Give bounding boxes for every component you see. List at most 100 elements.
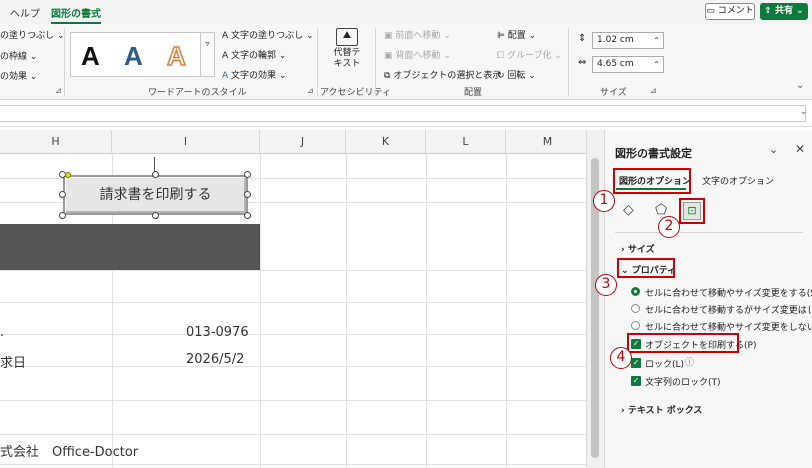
width-stepper-icon[interactable]: ⌃ [653, 57, 660, 72]
step-marker-2: 2 [658, 216, 680, 238]
ribbon-divider [375, 28, 376, 96]
arrange-group-label: 配置 [464, 88, 483, 98]
lock-checkbox[interactable]: ✓ [631, 358, 641, 368]
column-header-j[interactable]: J [260, 130, 346, 154]
width-value: 4.65 cm [597, 59, 634, 69]
grid-line [0, 270, 590, 271]
header-band-cell [0, 224, 260, 270]
radio-move-and-size-label: セルに合わせて移動やサイズ変更をする(S) [645, 289, 812, 299]
ribbon-tab-bar: ヘルプ 図形の書式 ▭ コメント ⇪ 共有 ⌄ [0, 0, 812, 24]
rotate-button[interactable]: ↻ 回転 ⌄ [497, 68, 536, 81]
send-backward-icon: ▣ [384, 51, 393, 61]
wordart-blue-style[interactable]: A [124, 41, 143, 72]
resize-handle[interactable] [152, 171, 159, 178]
tab-help[interactable]: ヘルプ [10, 5, 40, 20]
wordart-gallery[interactable]: A A A [70, 32, 215, 77]
grid-line [0, 464, 590, 465]
bring-forward-button[interactable]: ▣ 前面へ移動 ⌄ [384, 28, 451, 41]
radio-dont-move[interactable] [631, 321, 640, 330]
cell-request-date: 2026/5/2 [186, 352, 245, 367]
text-effects-button[interactable]: A 文字の効果 ⌄ [222, 68, 286, 81]
shape-styles-launcher-icon[interactable]: ⊿ [55, 86, 62, 95]
textbox-section-toggle[interactable]: › テキスト ボックス [621, 403, 702, 416]
text-fill-icon: A [222, 31, 229, 41]
send-backward-button[interactable]: ▣ 背面へ移動 ⌄ [384, 48, 451, 61]
lock-text-checkbox[interactable]: ✓ [631, 376, 641, 386]
wordart-black-style[interactable]: A [81, 41, 100, 72]
width-icon: ⇔ [578, 57, 587, 68]
height-input[interactable]: 1.02 cm ⌃ [592, 32, 664, 49]
resize-handle[interactable] [244, 171, 251, 178]
width-input[interactable]: 4.65 cm ⌃ [592, 56, 664, 73]
comment-label: コメント [717, 6, 754, 16]
column-header-l[interactable]: L [426, 130, 506, 154]
pane-title: 図形の書式設定 [615, 147, 692, 160]
cell-dot: . [0, 325, 5, 340]
height-stepper-icon[interactable]: ⌃ [653, 33, 660, 48]
column-header-i[interactable]: I [112, 130, 260, 154]
accessibility-group-label: アクセシビリティ [320, 88, 392, 98]
highlight-box [679, 198, 705, 224]
worksheet-grid[interactable]: H I J K L M . 013-0976 求日 2026/5/2 式会社 O… [0, 130, 590, 468]
text-outline-button[interactable]: A 文字の輪郭 ⌄ [222, 48, 286, 61]
group-button[interactable]: ⧠ グループ化 ⌄ [497, 48, 562, 61]
vertical-scrollbar[interactable] [586, 130, 604, 468]
info-icon[interactable]: ⓘ [685, 355, 694, 368]
selection-pane-icon: ⧉ [384, 71, 391, 81]
tab-shape-format[interactable]: 図形の書式 [51, 5, 101, 24]
resize-handle[interactable] [244, 191, 251, 198]
grid-line [0, 434, 590, 435]
align-button[interactable]: ⊫ 配置 ⌄ [497, 28, 536, 41]
height-value: 1.02 cm [597, 35, 634, 45]
text-outline-icon: A [222, 51, 229, 61]
text-fill-button[interactable]: A 文字の塗りつぶし ⌄ [222, 28, 314, 41]
print-invoice-shape-button[interactable]: 請求書を印刷する [63, 175, 248, 215]
shape-fill-button[interactable]: の塗りつぶし ⌄ [0, 28, 65, 41]
ribbon-collapse-icon[interactable]: ⌄ [796, 80, 804, 91]
selection-pane-button[interactable]: ⧉ オブジェクトの選択と表示 [384, 68, 501, 81]
step-marker-4: 4 [610, 347, 632, 369]
alt-text-label: 代替テキスト [333, 48, 361, 69]
formula-expand-icon[interactable]: ⌄ [800, 107, 808, 117]
share-button[interactable]: ⇪ 共有 ⌄ [760, 3, 808, 20]
adjustment-handle[interactable] [65, 172, 71, 178]
grid-line [0, 366, 590, 367]
tab-text-options[interactable]: 文字のオプション [702, 174, 774, 187]
shape-effects-button[interactable]: の効果 ⌄ [0, 69, 37, 82]
rotate-icon: ↻ [497, 71, 505, 81]
formula-input[interactable] [0, 105, 806, 122]
share-icon: ⇪ [764, 6, 772, 16]
format-shape-pane: 図形の書式設定 ⌄ ✕ 図形のオプション 文字のオプション ◇ ⬠ ⊡ › サイ… [593, 130, 812, 468]
shape-label: 請求書を印刷する [99, 187, 212, 203]
pane-collapse-icon[interactable]: ⌄ [769, 143, 778, 156]
comment-button[interactable]: ▭ コメント [705, 3, 755, 20]
wordart-launcher-icon[interactable]: ⊿ [307, 86, 314, 95]
radio-dont-move-label: セルに合わせて移動やサイズ変更をしない(D) [645, 323, 811, 333]
height-icon: ⇕ [578, 33, 587, 44]
lock-label: ロック(L) [645, 360, 685, 370]
close-icon[interactable]: ✕ [795, 142, 805, 156]
resize-handle[interactable] [152, 212, 159, 219]
radio-move-and-size[interactable] [631, 287, 640, 296]
ribbon-divider [64, 28, 65, 96]
resize-handle[interactable] [244, 212, 251, 219]
cell-company-name: 式会社 Office-Doctor [0, 445, 139, 460]
resize-handle[interactable] [59, 212, 66, 219]
size-section-toggle[interactable]: › サイズ [621, 242, 655, 255]
column-header-m[interactable]: M [506, 130, 590, 154]
fill-line-icon[interactable]: ◇ [623, 202, 634, 218]
column-header-h[interactable]: H [0, 130, 112, 154]
grid-line [0, 302, 590, 303]
wordart-orange-style[interactable]: A [166, 40, 186, 72]
wordart-gallery-more-button[interactable]: ▿ [200, 32, 215, 77]
size-launcher-icon[interactable]: ⊿ [650, 86, 657, 95]
cell-postal-code: 013-0976 [186, 325, 249, 340]
ribbon-divider [317, 28, 318, 96]
radio-move-only[interactable] [631, 304, 640, 313]
alt-text-button[interactable]: ⛰ 代替テキスト [330, 28, 364, 70]
column-header-k[interactable]: K [346, 130, 426, 154]
excel-window: ヘルプ 図形の書式 ▭ コメント ⇪ 共有 ⌄ の塗りつぶし ⌄ の枠線 ⌄ の… [0, 0, 812, 468]
shape-outline-button[interactable]: の枠線 ⌄ [0, 49, 37, 62]
resize-handle[interactable] [59, 191, 66, 198]
step-marker-3: 3 [595, 274, 617, 296]
